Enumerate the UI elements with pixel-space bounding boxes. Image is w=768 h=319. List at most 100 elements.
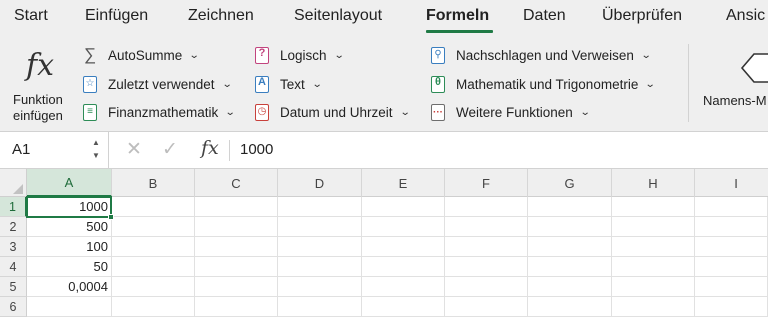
cell-f3[interactable] [445,237,528,257]
tab-daten[interactable]: Daten [523,7,566,25]
cell-e6[interactable] [362,297,445,317]
cell-b4[interactable] [112,257,195,277]
tab-einfuegen[interactable]: Einfügen [85,7,148,25]
row-header-5[interactable]: 5 [0,277,27,297]
financial-button[interactable]: ≡ Finanzmathematik ⌄ [82,101,236,123]
cell-c1[interactable] [195,197,278,217]
cell-b2[interactable] [112,217,195,237]
cell-i3[interactable] [695,237,768,257]
cell-h1[interactable] [612,197,695,217]
formula-input[interactable]: 1000 [240,141,273,158]
row-header-2[interactable]: 2 [0,217,27,237]
column-header-g[interactable]: G [528,169,612,197]
cell-f5[interactable] [445,277,528,297]
cell-g3[interactable] [528,237,612,257]
chevron-down-icon: ⌄ [189,49,200,61]
cell-g2[interactable] [528,217,612,237]
column-header-row: A B C D E F G H I [0,169,768,197]
cell-c4[interactable] [195,257,278,277]
cell-a4[interactable]: 50 [27,257,112,277]
autosum-button[interactable]: ∑ AutoSumme ⌄ [82,44,200,66]
cell-i5[interactable] [695,277,768,297]
magnifier-icon: ⚲ [430,46,446,64]
row-header-4[interactable]: 4 [0,257,27,277]
cell-e2[interactable] [362,217,445,237]
row-header-1[interactable]: 1 [0,197,27,217]
cell-a1[interactable]: 1000 [27,197,112,217]
cell-h6[interactable] [612,297,695,317]
cell-c2[interactable] [195,217,278,237]
cell-h2[interactable] [612,217,695,237]
tab-start[interactable]: Start [14,7,48,25]
cell-h4[interactable] [612,257,695,277]
cell-h3[interactable] [612,237,695,257]
tab-ansicht[interactable]: Ansic [726,7,765,25]
column-header-f[interactable]: F [445,169,528,197]
recently-used-button[interactable]: ☆ Zuletzt verwendet ⌄ [82,73,232,95]
cell-g6[interactable] [528,297,612,317]
cell-c6[interactable] [195,297,278,317]
cell-b5[interactable] [112,277,195,297]
name-box-value: A1 [12,141,31,158]
cell-f6[interactable] [445,297,528,317]
column-header-a[interactable]: A [27,169,112,197]
cell-b6[interactable] [112,297,195,317]
cell-a6[interactable] [27,297,112,317]
cell-b3[interactable] [112,237,195,257]
cell-d3[interactable] [278,237,362,257]
math-trig-button[interactable]: θ Mathematik und Trigonometrie ⌄ [430,73,656,95]
stepper-down-icon[interactable]: ▼ [92,151,100,160]
cell-g4[interactable] [528,257,612,277]
column-header-b[interactable]: B [112,169,195,197]
cell-e1[interactable] [362,197,445,217]
cell-i4[interactable] [695,257,768,277]
lookup-reference-button[interactable]: ⚲ Nachschlagen und Verweisen ⌄ [430,44,652,66]
column-header-d[interactable]: D [278,169,362,197]
select-all-corner[interactable] [0,169,27,197]
confirm-formula-icon[interactable]: ✓ [162,138,178,161]
cell-a3[interactable]: 100 [27,237,112,257]
cell-d6[interactable] [278,297,362,317]
cell-a2[interactable]: 500 [27,217,112,237]
logical-button[interactable]: ? Logisch ⌄ [254,44,344,66]
cell-f2[interactable] [445,217,528,237]
cell-b1[interactable] [112,197,195,217]
column-header-e[interactable]: E [362,169,445,197]
cell-i1[interactable] [695,197,768,217]
column-header-h[interactable]: H [612,169,695,197]
column-header-c[interactable]: C [195,169,278,197]
cell-c5[interactable] [195,277,278,297]
row-header-6[interactable]: 6 [0,297,27,317]
date-time-button[interactable]: ◷ Datum und Uhrzeit ⌄ [254,101,410,123]
cell-g5[interactable] [528,277,612,297]
cell-i2[interactable] [695,217,768,237]
cell-d4[interactable] [278,257,362,277]
cell-e5[interactable] [362,277,445,297]
cell-f4[interactable] [445,257,528,277]
cell-d2[interactable] [278,217,362,237]
row-header-3[interactable]: 3 [0,237,27,257]
tab-seitenlayout[interactable]: Seitenlayout [294,7,382,25]
ribbon-group-separator [688,44,689,122]
cancel-formula-icon[interactable]: ✕ [126,138,142,161]
cell-e4[interactable] [362,257,445,277]
text-functions-button[interactable]: A Text ⌄ [254,73,322,95]
cell-e3[interactable] [362,237,445,257]
tab-formeln[interactable]: Formeln [426,7,489,25]
cell-g1[interactable] [528,197,612,217]
cell-a5[interactable]: 0,0004 [27,277,112,297]
cell-d5[interactable] [278,277,362,297]
cell-f1[interactable] [445,197,528,217]
insert-function-fx-icon[interactable]: fx [201,137,219,159]
cell-i6[interactable] [695,297,768,317]
cell-d1[interactable] [278,197,362,217]
more-functions-button[interactable]: ··· Weitere Funktionen ⌄ [430,101,590,123]
tab-ueberpruefen[interactable]: Überprüfen [602,7,682,25]
name-box[interactable]: A1 ▲ ▼ [0,132,109,168]
cell-c3[interactable] [195,237,278,257]
tab-zeichnen[interactable]: Zeichnen [188,7,254,25]
fill-handle[interactable] [108,214,114,220]
cell-h5[interactable] [612,277,695,297]
stepper-up-icon[interactable]: ▲ [92,138,100,147]
column-header-i[interactable]: I [695,169,768,197]
